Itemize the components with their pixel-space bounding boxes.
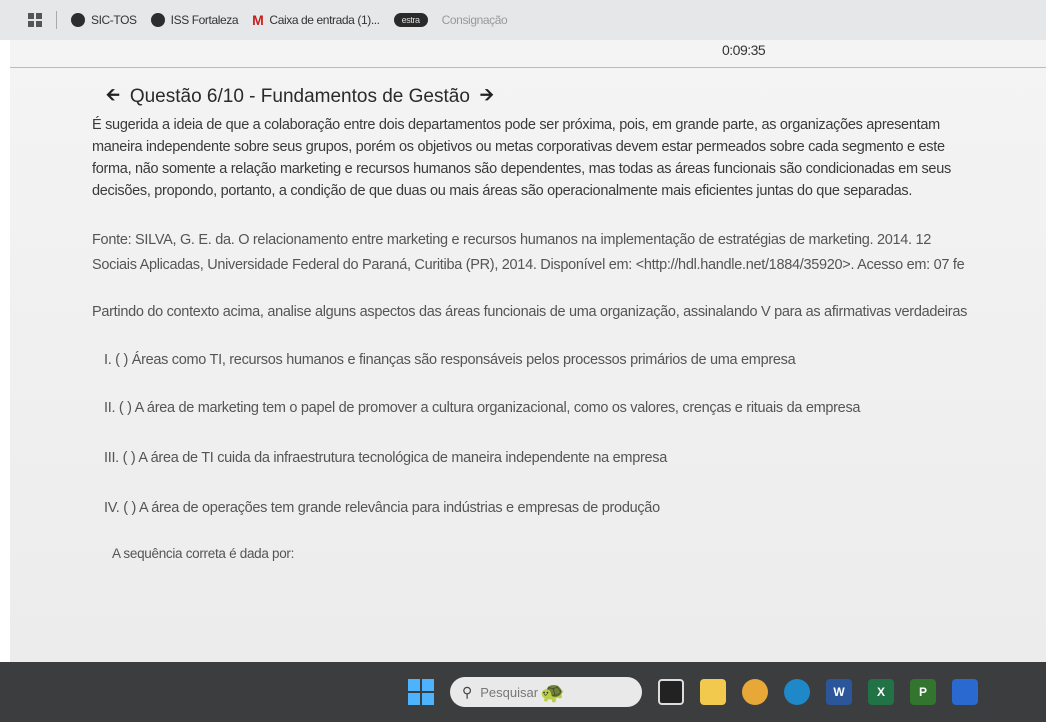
- statement-4: IV. ( ) A área de operações tem grande r…: [104, 500, 660, 516]
- intro-line: maneira independente sobre seus grupos, …: [92, 139, 945, 155]
- explorer-icon[interactable]: [700, 679, 726, 705]
- bookmark-label: Consignação: [441, 13, 508, 27]
- taskbar-search[interactable]: ⚲ Pesquisar 🐢: [450, 677, 642, 707]
- bookmark-sic-tos[interactable]: SIC-TOS: [71, 13, 137, 27]
- statement-1: I. ( ) Áreas como TI, recursos humanos e…: [104, 352, 796, 368]
- bookmark-label: Caixa de entrada (1)...: [269, 13, 380, 27]
- search-placeholder: Pesquisar: [480, 684, 539, 700]
- statement-3: III. ( ) A área de TI cuida da infraestr…: [104, 450, 667, 466]
- bookmark-label: estra: [393, 13, 428, 27]
- question-body: É sugerida a ideia de que a colaboração …: [92, 114, 1046, 561]
- question-prompt: Partindo do contexto acima, analise algu…: [92, 304, 968, 320]
- turtle-icon: 🐢: [540, 681, 565, 704]
- windows-start-icon[interactable]: [408, 679, 434, 705]
- bookmark-iss-fortaleza[interactable]: ISS Fortaleza: [150, 13, 239, 27]
- source-line: Sociais Aplicadas, Universidade Federal …: [92, 257, 965, 273]
- word-icon[interactable]: W: [826, 679, 852, 705]
- intro-line: decisões, propondo, portanto, a condição…: [92, 183, 913, 199]
- excel-icon[interactable]: X: [868, 679, 894, 705]
- bookmark-gmail[interactable]: M Caixa de entrada (1)...: [252, 12, 380, 28]
- statement-2: II. ( ) A área de marketing tem o papel …: [104, 400, 861, 416]
- bookmarks-divider: [56, 11, 57, 29]
- taskbar: ⚲ Pesquisar 🐢 W X P: [0, 662, 1046, 722]
- arrow-left-icon[interactable]: 🡨: [106, 82, 120, 111]
- question-header: 🡨 Questão 6/10 - Fundamentos de Gestão 🡪: [106, 82, 494, 111]
- globe-icon: [150, 13, 165, 27]
- gmail-icon: M: [252, 12, 264, 28]
- bookmark-label: SIC-TOS: [91, 13, 137, 27]
- chrome-icon[interactable]: [742, 679, 768, 705]
- answer-prompt: A sequência correta é dada por:: [112, 546, 295, 561]
- timer: 0:09:35: [722, 42, 766, 58]
- bookmark-estra[interactable]: estra: [393, 13, 428, 27]
- globe-icon: [71, 13, 85, 27]
- question-intro: É sugerida a ideia de que a colaboração …: [92, 114, 1046, 202]
- intro-line: É sugerida a ideia de que a colaboração …: [92, 117, 940, 133]
- intro-line: forma, não somente a relação marketing e…: [92, 161, 951, 177]
- bookmark-label: ISS Fortaleza: [170, 13, 239, 27]
- question-title: Questão 6/10 - Fundamentos de Gestão: [129, 85, 470, 107]
- arrow-right-icon[interactable]: 🡪: [480, 82, 494, 111]
- timer-bar: 0:09:35: [10, 40, 1046, 68]
- project-icon[interactable]: P: [910, 679, 936, 705]
- question-page: 0:09:35 🡨 Questão 6/10 - Fundamentos de …: [0, 40, 1046, 662]
- search-icon: ⚲: [462, 683, 473, 700]
- bookmark-consignacao[interactable]: Consignação: [442, 13, 508, 27]
- question-source: Fonte: SILVA, G. E. da. O relacionamento…: [92, 228, 1046, 278]
- edge-icon[interactable]: [784, 679, 810, 705]
- source-line: Fonte: SILVA, G. E. da. O relacionamento…: [92, 232, 931, 248]
- task-view-icon[interactable]: [658, 679, 684, 705]
- bookmarks-bar: SIC-TOS ISS Fortaleza M Caixa de entrada…: [0, 0, 1046, 40]
- apps-icon[interactable]: [28, 13, 42, 27]
- remote-icon[interactable]: [952, 679, 978, 705]
